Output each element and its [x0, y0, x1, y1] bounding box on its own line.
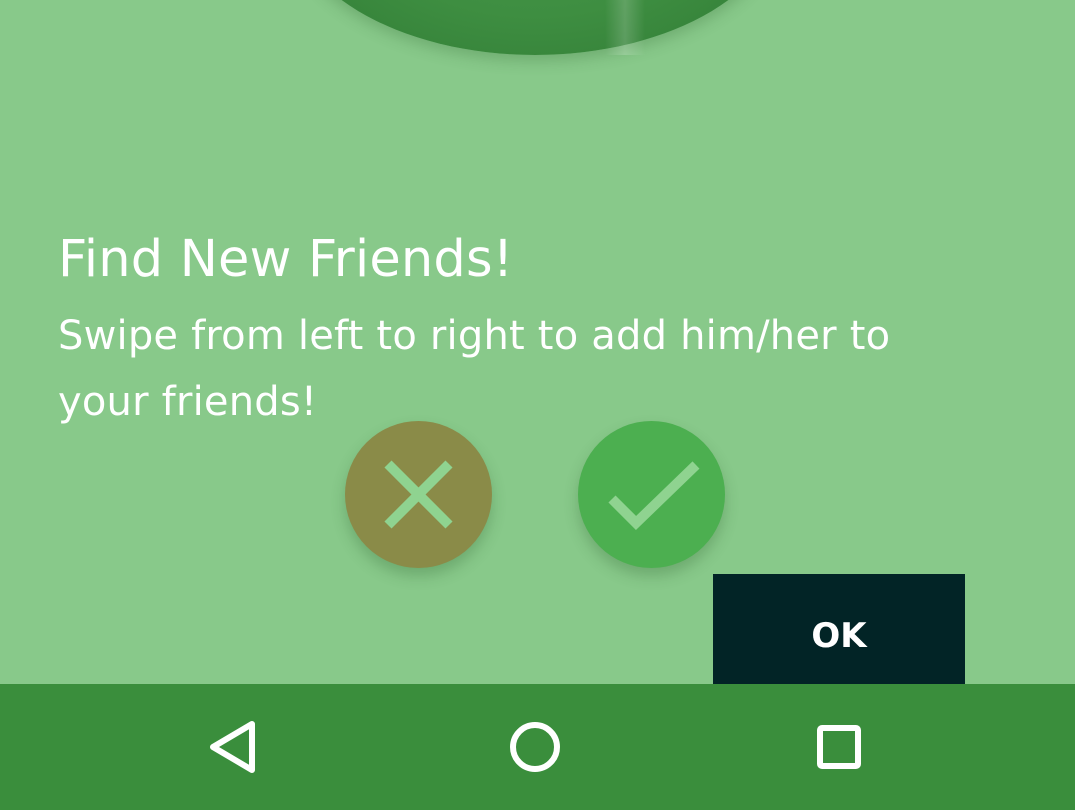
onboarding-description: Swipe from left to right to add him/her … [58, 313, 891, 425]
nav-recents-button[interactable] [779, 684, 899, 810]
close-icon [384, 460, 453, 529]
accept-button[interactable] [578, 421, 725, 568]
nav-back-button[interactable] [172, 684, 292, 810]
recents-square-icon [817, 725, 861, 769]
nav-home-button[interactable] [475, 684, 595, 810]
system-navigation-bar [0, 684, 1075, 810]
home-circle-icon [510, 722, 560, 772]
check-icon [608, 461, 700, 531]
app-screen: Find New Friends! Swipe from left to rig… [0, 0, 1075, 810]
reject-button[interactable] [345, 421, 492, 568]
avatar-sheen [605, 0, 645, 55]
profile-avatar [285, 0, 785, 55]
ok-button[interactable]: OK [713, 574, 965, 686]
back-triangle-icon [210, 721, 255, 773]
onboarding-title: Find New Friends! [58, 230, 514, 289]
